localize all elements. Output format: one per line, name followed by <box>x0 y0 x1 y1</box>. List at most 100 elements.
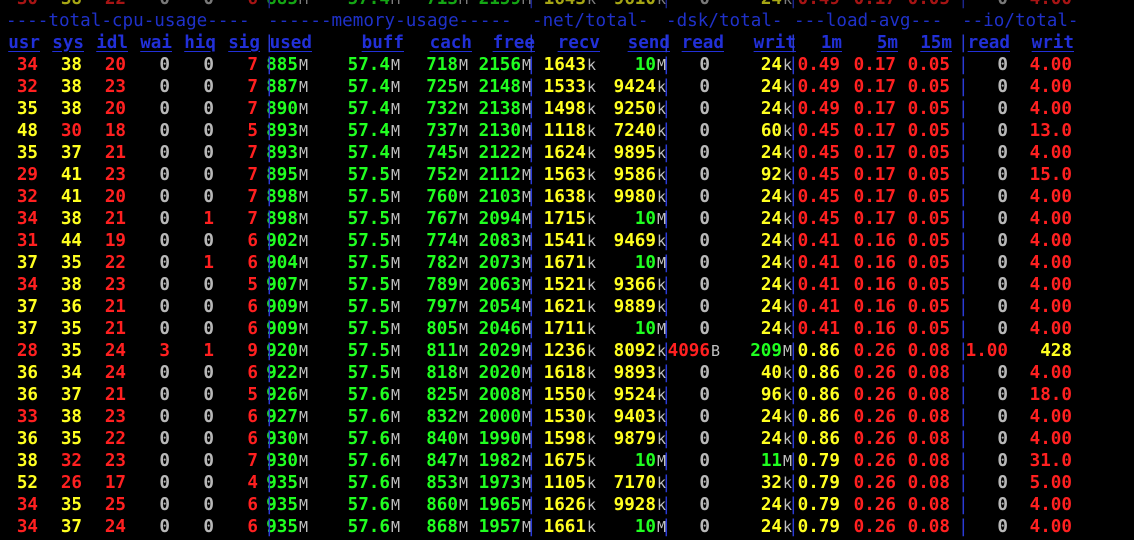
cell-send: 9524 <box>613 385 656 405</box>
cell-send: 10 <box>634 451 656 471</box>
column-separator: | <box>661 495 672 515</box>
column-separator: | <box>788 121 799 141</box>
cell-send: 9889 <box>613 297 656 317</box>
column-separator: | <box>264 385 275 405</box>
cell-wai: 0 <box>159 495 170 515</box>
cell-wai: 0 <box>159 429 170 449</box>
cell-read: 0 <box>997 275 1008 295</box>
cell-writ: 40 <box>760 363 782 383</box>
cell-recv: 1643 <box>544 0 586 10</box>
cell-writ: 13.0 <box>1029 121 1072 141</box>
cell-writ: 4.00 <box>1029 231 1072 251</box>
unit-label: k <box>587 408 597 426</box>
cell-hiq: 0 <box>203 165 214 185</box>
column-separator: | <box>264 231 275 251</box>
unit-label: M <box>299 342 309 360</box>
column-separator: | <box>526 297 537 317</box>
column-separator: | <box>264 209 275 229</box>
cell-recv: 1563 <box>543 165 586 185</box>
cell-read: 0 <box>997 165 1008 185</box>
cell-sys: 35 <box>60 495 82 515</box>
unit-label: M <box>459 320 469 338</box>
cell-cach: 745 <box>426 143 458 163</box>
cell-15m: 0.05 <box>907 99 950 119</box>
cell-15m: 0.08 <box>907 517 950 537</box>
table-row: 37 35 22 0 1 6 904 M 57.5 M 782 M 2073 M 1671 k 10 M 0 24 k 0… <box>0 252 1134 274</box>
cell-read: 0 <box>997 99 1008 119</box>
cell-sig: 7 <box>247 209 258 229</box>
column-separator: | <box>958 143 969 163</box>
cell-writ: 209 <box>750 341 782 361</box>
cell-hiq: 0 <box>203 495 214 515</box>
column-header-wai: wai <box>140 33 172 53</box>
cell-5m: 0.26 <box>853 407 896 427</box>
cell-idl: 20 <box>104 99 126 119</box>
table-row: 48 30 18 0 0 5 893 M 57.4 M 737 M 2130 M 1118 k 7240 k 0 60… <box>0 120 1134 142</box>
unit-label: k <box>587 320 597 338</box>
cell-recv: 1675 <box>543 451 586 471</box>
unit-label: k <box>587 166 597 184</box>
cell-usr: 37 <box>16 297 38 317</box>
column-separator: | <box>661 231 672 251</box>
cell-usr: 37 <box>16 253 38 273</box>
cell-recv: 1618 <box>543 363 586 383</box>
column-separator: | <box>788 451 799 471</box>
unit-label: M <box>459 210 469 228</box>
unit-label: M <box>299 298 309 316</box>
cell-send: 9469 <box>613 231 656 251</box>
cell-buff: 57.5 <box>347 341 390 361</box>
cell-1m: 0.86 <box>797 363 840 383</box>
column-header-used: used <box>269 33 312 53</box>
unit-label: M <box>299 518 309 536</box>
unit-label: M <box>299 188 309 206</box>
cell-usr: 32 <box>16 77 38 97</box>
unit-label: M <box>391 0 400 10</box>
cell-free: 2029 <box>478 341 521 361</box>
cell-cach: 811 <box>426 341 458 361</box>
unit-label: M <box>391 386 401 404</box>
cell-1m: 0.79 <box>797 517 840 537</box>
cell-writ: 24 <box>760 495 782 515</box>
cell-buff: 57.5 <box>347 165 390 185</box>
cell-cach: 832 <box>426 407 458 427</box>
cell-hiq: 0 <box>203 407 214 427</box>
cell-sig: 6 <box>247 253 258 273</box>
cell-1m: 0.86 <box>797 429 840 449</box>
table-row: 34 37 24 0 0 6 935 M 57.6 M 868 M 1957 M 1661 k 10 M 0 24 k 0… <box>0 516 1134 538</box>
unit-label: k <box>587 386 597 404</box>
unit-label: M <box>299 210 309 228</box>
cell-sys: 38 <box>61 0 82 10</box>
cell-writ: 24 <box>760 143 782 163</box>
column-separator: | <box>958 451 969 471</box>
column-separator: | <box>264 99 275 119</box>
unit-label: M <box>459 452 469 470</box>
cell-writ: 11 <box>760 451 782 471</box>
unit-label: M <box>391 210 401 228</box>
cell-hiq: 0 <box>203 319 214 339</box>
cell-read: 1.00 <box>965 341 1008 361</box>
cell-cach: 737 <box>426 121 458 141</box>
cell-sys: 38 <box>60 209 82 229</box>
unit-label: M <box>299 232 309 250</box>
column-header-cach: cach <box>429 33 472 53</box>
cell-1m: 0.79 <box>797 495 840 515</box>
unit-label: M <box>391 144 401 162</box>
cell-read: 0 <box>997 473 1008 493</box>
cell-wai: 0 <box>159 517 170 537</box>
cell-15m: 0.08 <box>907 407 950 427</box>
column-separator: | <box>958 231 969 251</box>
column-separator: | <box>788 231 799 251</box>
cell-buff: 57.5 <box>347 319 390 339</box>
cell-15m: 0.05 <box>907 275 950 295</box>
cell-wai: 0 <box>159 275 170 295</box>
cell-writ: 428 <box>1040 341 1072 361</box>
cell-buff: 57.4 <box>347 77 390 97</box>
column-separator: | <box>264 275 275 295</box>
unit-label: B <box>711 342 721 360</box>
cell-idl: 21 <box>104 319 126 339</box>
cell-buff: 57.6 <box>347 451 390 471</box>
column-separator: | <box>264 495 275 515</box>
unit-label: M <box>391 364 401 382</box>
cell-buff: 57.6 <box>347 407 390 427</box>
cell-hiq: 0 <box>203 297 214 317</box>
